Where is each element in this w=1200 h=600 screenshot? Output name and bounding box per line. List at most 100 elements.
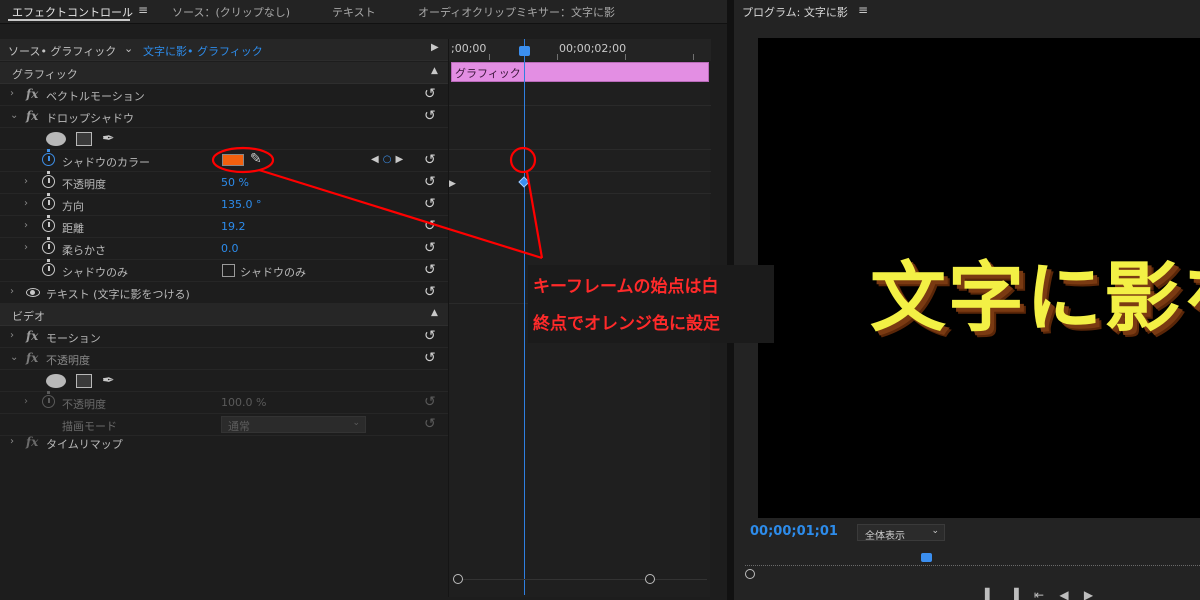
eyedropper-icon[interactable]: ✎ bbox=[250, 151, 262, 167]
twirl-right-icon[interactable]: › bbox=[24, 220, 28, 231]
reset-icon[interactable]: ↺ bbox=[424, 218, 436, 234]
zoom-level-select[interactable]: 全体表示 ⌄ bbox=[857, 524, 945, 542]
twirl-down-icon[interactable]: ⌄ bbox=[10, 352, 18, 363]
blend-mode-select[interactable]: 通常 ⌄ bbox=[221, 416, 366, 433]
twirl-right-icon[interactable]: › bbox=[10, 330, 14, 341]
source-label[interactable]: ソース• グラフィック bbox=[8, 43, 116, 59]
prev-keyframe-icon[interactable]: ◀ bbox=[371, 154, 379, 165]
property-row-video-opacity[interactable]: › 不透明度 100.0 % ↺ bbox=[0, 391, 448, 414]
collapse-up-icon[interactable]: ▲ bbox=[431, 66, 438, 76]
tab-effect-controls[interactable]: エフェクトコントロール bbox=[12, 4, 133, 20]
scroll-right-handle[interactable] bbox=[645, 574, 655, 584]
section-graphics[interactable]: グラフィック ▲ bbox=[0, 62, 448, 84]
stopwatch-icon[interactable] bbox=[42, 171, 55, 188]
stopwatch-icon[interactable] bbox=[42, 237, 55, 254]
rectangle-mask-icon[interactable] bbox=[76, 374, 92, 388]
rectangle-mask-icon[interactable] bbox=[76, 132, 92, 146]
reset-icon[interactable]: ↺ bbox=[424, 262, 436, 278]
keyframe-navigator[interactable]: ◀ ○ ▶ bbox=[371, 154, 403, 165]
keyframe-diamond-icon[interactable] bbox=[518, 176, 530, 188]
stopwatch-icon[interactable] bbox=[42, 149, 55, 166]
reset-icon[interactable]: ↺ bbox=[424, 416, 436, 432]
effect-row-vector-motion[interactable]: › fx ベクトルモーション ↺ bbox=[0, 84, 448, 106]
twirl-right-icon[interactable]: › bbox=[10, 286, 14, 297]
property-row-direction[interactable]: › 方向 135.0 ° ↺ bbox=[0, 193, 448, 216]
go-to-in-icon[interactable]: ⇤ bbox=[1034, 588, 1044, 600]
video-opacity-value[interactable]: 100.0 % bbox=[221, 396, 266, 409]
eye-icon[interactable] bbox=[26, 288, 40, 297]
reset-icon[interactable]: ↺ bbox=[424, 350, 436, 366]
fx-icon[interactable]: fx bbox=[26, 435, 38, 449]
tab-audio-clip-mixer[interactable]: オーディオクリップミキサー：文字に影 bbox=[418, 4, 615, 20]
effect-row-time-remap[interactable]: › fx タイムリマップ bbox=[0, 432, 448, 454]
stopwatch-icon[interactable] bbox=[42, 193, 55, 210]
fx-icon[interactable]: fx bbox=[26, 109, 38, 123]
frame-title-text[interactable]: 文字に影を bbox=[870, 236, 1200, 346]
reset-icon[interactable]: ↺ bbox=[424, 108, 436, 124]
reset-icon[interactable]: ↺ bbox=[424, 86, 436, 102]
collapse-up-icon[interactable]: ▲ bbox=[431, 308, 438, 318]
effect-row-motion[interactable]: › fx モーション ↺ bbox=[0, 326, 448, 348]
program-monitor-title[interactable]: プログラム: 文字に影 bbox=[742, 4, 848, 20]
scroll-left-handle[interactable] bbox=[453, 574, 463, 584]
ellipse-mask-icon[interactable] bbox=[46, 374, 66, 388]
timeline-ruler[interactable]: ;00;00 00;00;02;00 bbox=[449, 39, 711, 61]
twirl-right-icon[interactable]: › bbox=[10, 88, 14, 99]
twirl-down-icon[interactable]: ⌄ bbox=[10, 110, 18, 121]
fx-icon[interactable]: fx bbox=[26, 351, 38, 365]
tab-source[interactable]: ソース：(クリップなし) bbox=[172, 4, 290, 20]
mark-in-icon[interactable]: ▌ bbox=[985, 588, 994, 600]
reset-icon[interactable]: ↺ bbox=[424, 174, 436, 190]
property-row-shadow-color[interactable]: シャドウのカラー ✎ ◀ ○ ▶ ↺ bbox=[0, 149, 448, 172]
reset-icon[interactable]: ↺ bbox=[424, 152, 436, 168]
stopwatch-icon[interactable] bbox=[42, 391, 55, 408]
program-timecode[interactable]: 00;00;01;01 bbox=[750, 524, 838, 539]
program-zoom-handle[interactable] bbox=[745, 569, 755, 579]
property-row-distance[interactable]: › 距離 19.2 ↺ bbox=[0, 215, 448, 238]
program-time-ruler[interactable] bbox=[745, 556, 1200, 566]
fx-icon[interactable]: fx bbox=[26, 87, 38, 101]
play-triangle-icon[interactable]: ▶ bbox=[431, 42, 439, 53]
step-back-icon[interactable]: ◀ bbox=[1059, 588, 1068, 600]
property-row-opacity[interactable]: › 不透明度 50 % ↺ bbox=[0, 171, 448, 194]
reset-icon[interactable]: ↺ bbox=[424, 196, 436, 212]
program-playhead[interactable] bbox=[921, 553, 932, 562]
stopwatch-icon[interactable] bbox=[42, 215, 55, 232]
twirl-right-icon[interactable]: › bbox=[24, 198, 28, 209]
twirl-right-icon[interactable]: › bbox=[24, 176, 28, 187]
reset-icon[interactable]: ↺ bbox=[424, 394, 436, 410]
effect-row-video-opacity[interactable]: ⌄ fx 不透明度 ↺ bbox=[0, 348, 448, 370]
reset-icon[interactable]: ↺ bbox=[424, 284, 436, 300]
playhead-handle[interactable] bbox=[519, 46, 530, 56]
playhead-line[interactable] bbox=[524, 39, 525, 595]
panel-menu-icon[interactable]: ≡ bbox=[138, 3, 148, 17]
mark-out-icon[interactable]: ▐ bbox=[1010, 588, 1019, 600]
pen-mask-icon[interactable]: ✒ bbox=[102, 129, 115, 147]
effect-row-drop-shadow[interactable]: ⌄ fx ドロップシャドウ ↺ bbox=[0, 106, 448, 128]
section-video[interactable]: ビデオ ▲ bbox=[0, 304, 448, 326]
reset-icon[interactable]: ↺ bbox=[424, 328, 436, 344]
effect-row-text-layer[interactable]: › テキスト (文字に影をつける) ↺ bbox=[0, 282, 448, 304]
clip-label[interactable]: 文字に影• グラフィック bbox=[143, 43, 263, 59]
softness-value[interactable]: 0.0 bbox=[221, 242, 239, 255]
shadow-only-checkbox-label[interactable]: シャドウのみ bbox=[240, 264, 306, 280]
fx-icon[interactable]: fx bbox=[26, 329, 38, 343]
program-video-frame[interactable]: 文字に影を bbox=[758, 38, 1200, 518]
distance-value[interactable]: 19.2 bbox=[221, 220, 246, 233]
next-keyframe-icon[interactable]: ▶ bbox=[395, 154, 403, 165]
twirl-right-icon[interactable]: › bbox=[10, 436, 14, 447]
color-swatch[interactable] bbox=[222, 154, 244, 166]
ellipse-mask-icon[interactable] bbox=[46, 132, 66, 146]
pen-mask-icon[interactable]: ✒ bbox=[102, 371, 115, 389]
twirl-right-icon[interactable]: › bbox=[24, 396, 28, 407]
panel-menu-icon[interactable]: ≡ bbox=[858, 3, 868, 17]
reset-icon[interactable]: ↺ bbox=[424, 240, 436, 256]
stopwatch-icon[interactable] bbox=[42, 259, 55, 276]
timeline-zoom-scrollbar[interactable] bbox=[453, 574, 707, 589]
tab-text[interactable]: テキスト bbox=[332, 4, 376, 20]
direction-value[interactable]: 135.0 ° bbox=[221, 198, 262, 211]
play-icon[interactable]: ▶ bbox=[1084, 588, 1093, 600]
property-row-softness[interactable]: › 柔らかさ 0.0 ↺ bbox=[0, 237, 448, 260]
twirl-right-icon[interactable]: › bbox=[24, 242, 28, 253]
chevron-down-icon[interactable]: ⌄ bbox=[124, 42, 133, 55]
